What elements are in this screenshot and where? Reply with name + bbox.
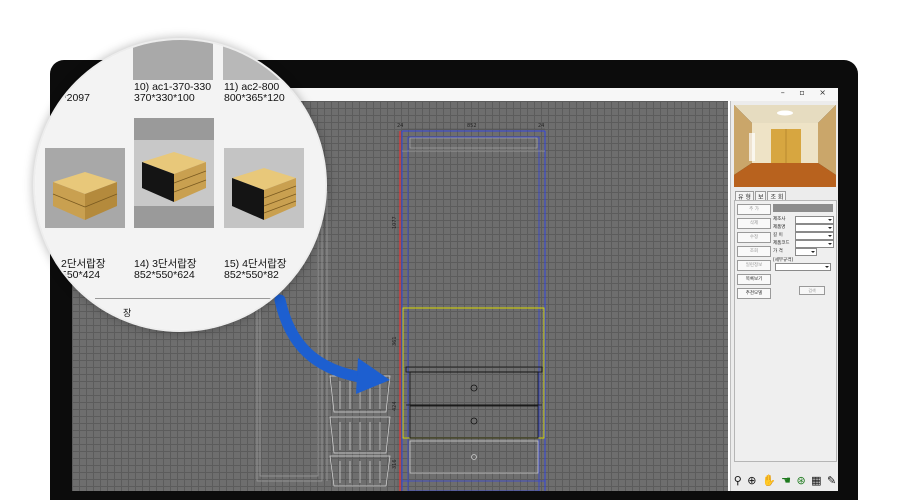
maximize-button[interactable]: ▫ — [799, 88, 810, 97]
item-caption-line2: 300*2097 — [45, 92, 90, 104]
dim-left-1: 1077 — [392, 216, 398, 229]
item-caption-line2: 852*550*624 — [134, 269, 195, 281]
serial-info-button[interactable]: 일련정보 — [737, 260, 771, 271]
grid-icon[interactable]: ▦ — [811, 474, 821, 487]
item-caption-line2: 852*550*82 — [224, 269, 279, 281]
name-field[interactable] — [773, 204, 833, 212]
length-label: 길 이 — [773, 233, 783, 238]
recommend-model-button[interactable]: 추천모델 — [737, 288, 771, 299]
drawer-3tier-thumbnail[interactable] — [134, 118, 214, 228]
length-select[interactable] — [795, 232, 834, 240]
hand-pan-icon[interactable]: ☚ — [781, 474, 791, 487]
product-name-label: 제품명 — [773, 225, 786, 230]
item-caption-line1: 14) 3단서랍장 — [134, 258, 197, 270]
item-caption-line1: 15) 4단서랍장 — [224, 258, 287, 270]
tab-content: 추 가 삭제 수정 조회 일련정보 목록보기 추천모델 제조사 제품명 길 이 … — [734, 200, 837, 462]
footer-text: 장 — [123, 308, 132, 318]
item-caption-line1: L전반 — [45, 81, 71, 93]
edit-button[interactable]: 수정 — [737, 232, 771, 243]
price-label: 가 격 — [773, 249, 783, 254]
maker-select[interactable] — [795, 216, 834, 224]
room-preview — [734, 105, 836, 187]
minimize-button[interactable]: – — [781, 88, 791, 97]
window-controls: – ▫ × — [781, 88, 832, 97]
magnifier-callout: L전반 300*2097 10) ac1-370-330 370*330*100… — [33, 38, 327, 332]
price-input[interactable] — [795, 248, 817, 256]
item-caption-line1: 10) ac1-370-330 — [134, 81, 212, 93]
item-caption-line1: 2단서랍장 — [61, 258, 106, 270]
divider — [95, 298, 325, 299]
detail-spec-select[interactable] — [775, 263, 831, 271]
item-caption-line2: 550*424 — [61, 269, 101, 281]
search-button[interactable]: 검색 — [799, 286, 825, 295]
query-button[interactable]: 조회 — [737, 246, 771, 257]
crosshair-icon[interactable]: ⊕ — [747, 474, 756, 487]
drawer-4tier-thumbnail[interactable] — [224, 148, 304, 228]
search-icon[interactable]: ⚲ — [734, 474, 742, 487]
list-view-button[interactable]: 목록보기 — [737, 274, 771, 285]
drawer-2tier-thumbnail[interactable] — [45, 148, 125, 228]
dim-left-4: 316 — [392, 459, 398, 469]
action-buttons: 추 가 삭제 수정 조회 일련정보 목록보기 추천모델 — [737, 204, 771, 302]
property-panel: 유 형보조 회 추 가 삭제 수정 조회 일련정보 목록보기 추천모델 제조사 … — [730, 101, 838, 491]
drawer-unit — [405, 366, 543, 439]
zoom-in-icon[interactable]: ⊛ — [796, 474, 805, 487]
item-caption-line2: 800*365*120 — [224, 92, 285, 104]
hand-icon[interactable]: ✋ — [762, 474, 776, 487]
dim-top-right: 24 — [538, 123, 544, 129]
pen-icon[interactable]: ✎ — [827, 474, 836, 487]
item-caption-line2: 370*330*100 — [134, 92, 195, 104]
delete-button[interactable]: 삭제 — [737, 218, 771, 229]
product-code-select[interactable] — [795, 240, 834, 248]
selected-drawer-unit[interactable] — [402, 307, 545, 439]
view-toolbar: ⚲ ⊕ ✋ ☚ ⊛ ▦ ✎ — [731, 471, 838, 489]
add-button[interactable]: 추 가 — [737, 204, 771, 215]
dim-top-left: 24 — [397, 123, 403, 129]
dim-top-center: 852 — [467, 123, 477, 129]
item-caption-line1: 11) ac2-800 — [224, 81, 280, 93]
close-button[interactable]: × — [819, 88, 832, 97]
dim-left-3: 424 — [392, 401, 398, 411]
product-name-select[interactable] — [795, 224, 834, 232]
maker-label: 제조사 — [773, 217, 786, 222]
product-code-label: 제품코드 — [773, 241, 790, 246]
